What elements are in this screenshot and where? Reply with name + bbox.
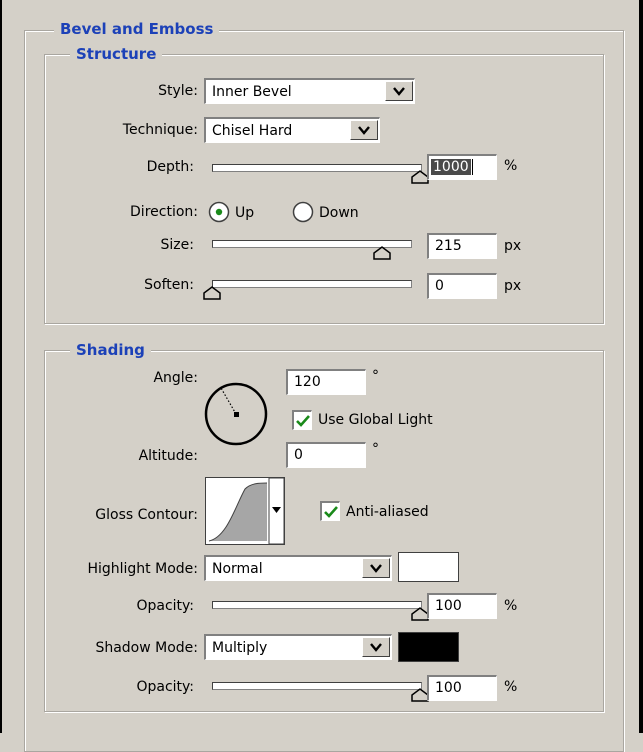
style-label: Style: xyxy=(158,83,198,99)
soften-unit: px xyxy=(504,278,522,294)
size-slider-thumb[interactable] xyxy=(373,246,392,260)
chevron-down-icon xyxy=(358,126,370,135)
window-right-edge xyxy=(639,0,643,733)
use-global-light-checkbox[interactable] xyxy=(292,410,312,430)
shadow-mode-select[interactable]: Multiply xyxy=(204,634,392,660)
angle-dial[interactable] xyxy=(202,378,272,448)
technique-dropdown-button[interactable] xyxy=(350,120,378,140)
use-global-light-label[interactable]: Use Global Light xyxy=(318,410,433,430)
style-dropdown-button[interactable] xyxy=(385,81,413,101)
anti-aliased-checkbox[interactable] xyxy=(320,501,340,521)
shadow-color-swatch[interactable] xyxy=(398,632,459,662)
soften-slider-thumb[interactable] xyxy=(203,286,221,300)
anti-aliased-label[interactable]: Anti-aliased xyxy=(346,502,429,522)
style-select-value: Inner Bevel xyxy=(212,84,292,100)
highlight-mode-dropdown-button[interactable] xyxy=(362,558,390,578)
check-icon xyxy=(324,506,338,518)
technique-label: Technique: xyxy=(122,122,198,138)
depth-input[interactable]: 1000 xyxy=(427,154,497,180)
shadow-mode-label: Shadow Mode: xyxy=(95,640,198,656)
gloss-contour-picker[interactable] xyxy=(205,477,285,545)
soften-label: Soften: xyxy=(144,277,194,293)
highlight-opacity-input[interactable]: 100 xyxy=(427,593,497,619)
highlight-opacity-label: Opacity: xyxy=(136,598,194,614)
direction-up-radio[interactable] xyxy=(208,201,230,223)
depth-slider-track[interactable] xyxy=(212,164,422,172)
direction-label: Direction: xyxy=(130,204,198,220)
highlight-mode-select[interactable]: Normal xyxy=(204,555,392,581)
size-unit: px xyxy=(504,238,522,254)
altitude-label: Altitude: xyxy=(138,448,198,464)
highlight-color-swatch[interactable] xyxy=(398,552,459,582)
shadow-opacity-slider-track[interactable] xyxy=(212,682,422,690)
soften-input[interactable]: 0 xyxy=(427,273,497,299)
direction-up-label[interactable]: Up xyxy=(235,203,254,223)
altitude-input[interactable]: 0 xyxy=(286,442,366,468)
highlight-mode-label: Highlight Mode: xyxy=(87,561,198,577)
size-input[interactable]: 215 xyxy=(427,233,497,259)
chevron-down-icon xyxy=(370,564,382,573)
text-caret xyxy=(471,159,473,175)
shading-title: Shading xyxy=(70,341,151,359)
shadow-opacity-label: Opacity: xyxy=(136,679,194,695)
altitude-unit: ° xyxy=(372,441,379,457)
bevel-emboss-title: Bevel and Emboss xyxy=(54,20,220,38)
shadow-mode-dropdown-button[interactable] xyxy=(362,637,390,657)
size-label: Size: xyxy=(160,237,194,253)
highlight-opacity-slider-track[interactable] xyxy=(212,601,422,609)
shadow-mode-value: Multiply xyxy=(212,640,268,656)
highlight-mode-value: Normal xyxy=(212,561,263,577)
depth-label: Depth: xyxy=(146,159,194,175)
style-select[interactable]: Inner Bevel xyxy=(204,78,415,104)
soften-slider-track[interactable] xyxy=(212,280,412,288)
depth-value: 1000 xyxy=(431,159,471,175)
check-icon xyxy=(296,415,310,427)
angle-unit: ° xyxy=(372,368,379,384)
angle-input[interactable]: 120 xyxy=(286,369,366,395)
gloss-contour-label: Gloss Contour: xyxy=(95,507,198,523)
direction-down-radio[interactable] xyxy=(292,201,314,223)
structure-title: Structure xyxy=(70,45,163,63)
chevron-down-icon xyxy=(393,87,405,96)
direction-down-label[interactable]: Down xyxy=(319,203,359,223)
technique-select-value: Chisel Hard xyxy=(212,123,293,139)
shadow-opacity-input[interactable]: 100 xyxy=(427,675,497,701)
chevron-down-icon xyxy=(370,643,382,652)
highlight-opacity-unit: % xyxy=(504,598,518,614)
depth-unit: % xyxy=(504,158,518,174)
technique-select[interactable]: Chisel Hard xyxy=(204,117,380,143)
shadow-opacity-unit: % xyxy=(504,679,518,695)
angle-label: Angle: xyxy=(153,370,198,386)
window-left-edge xyxy=(0,0,2,733)
